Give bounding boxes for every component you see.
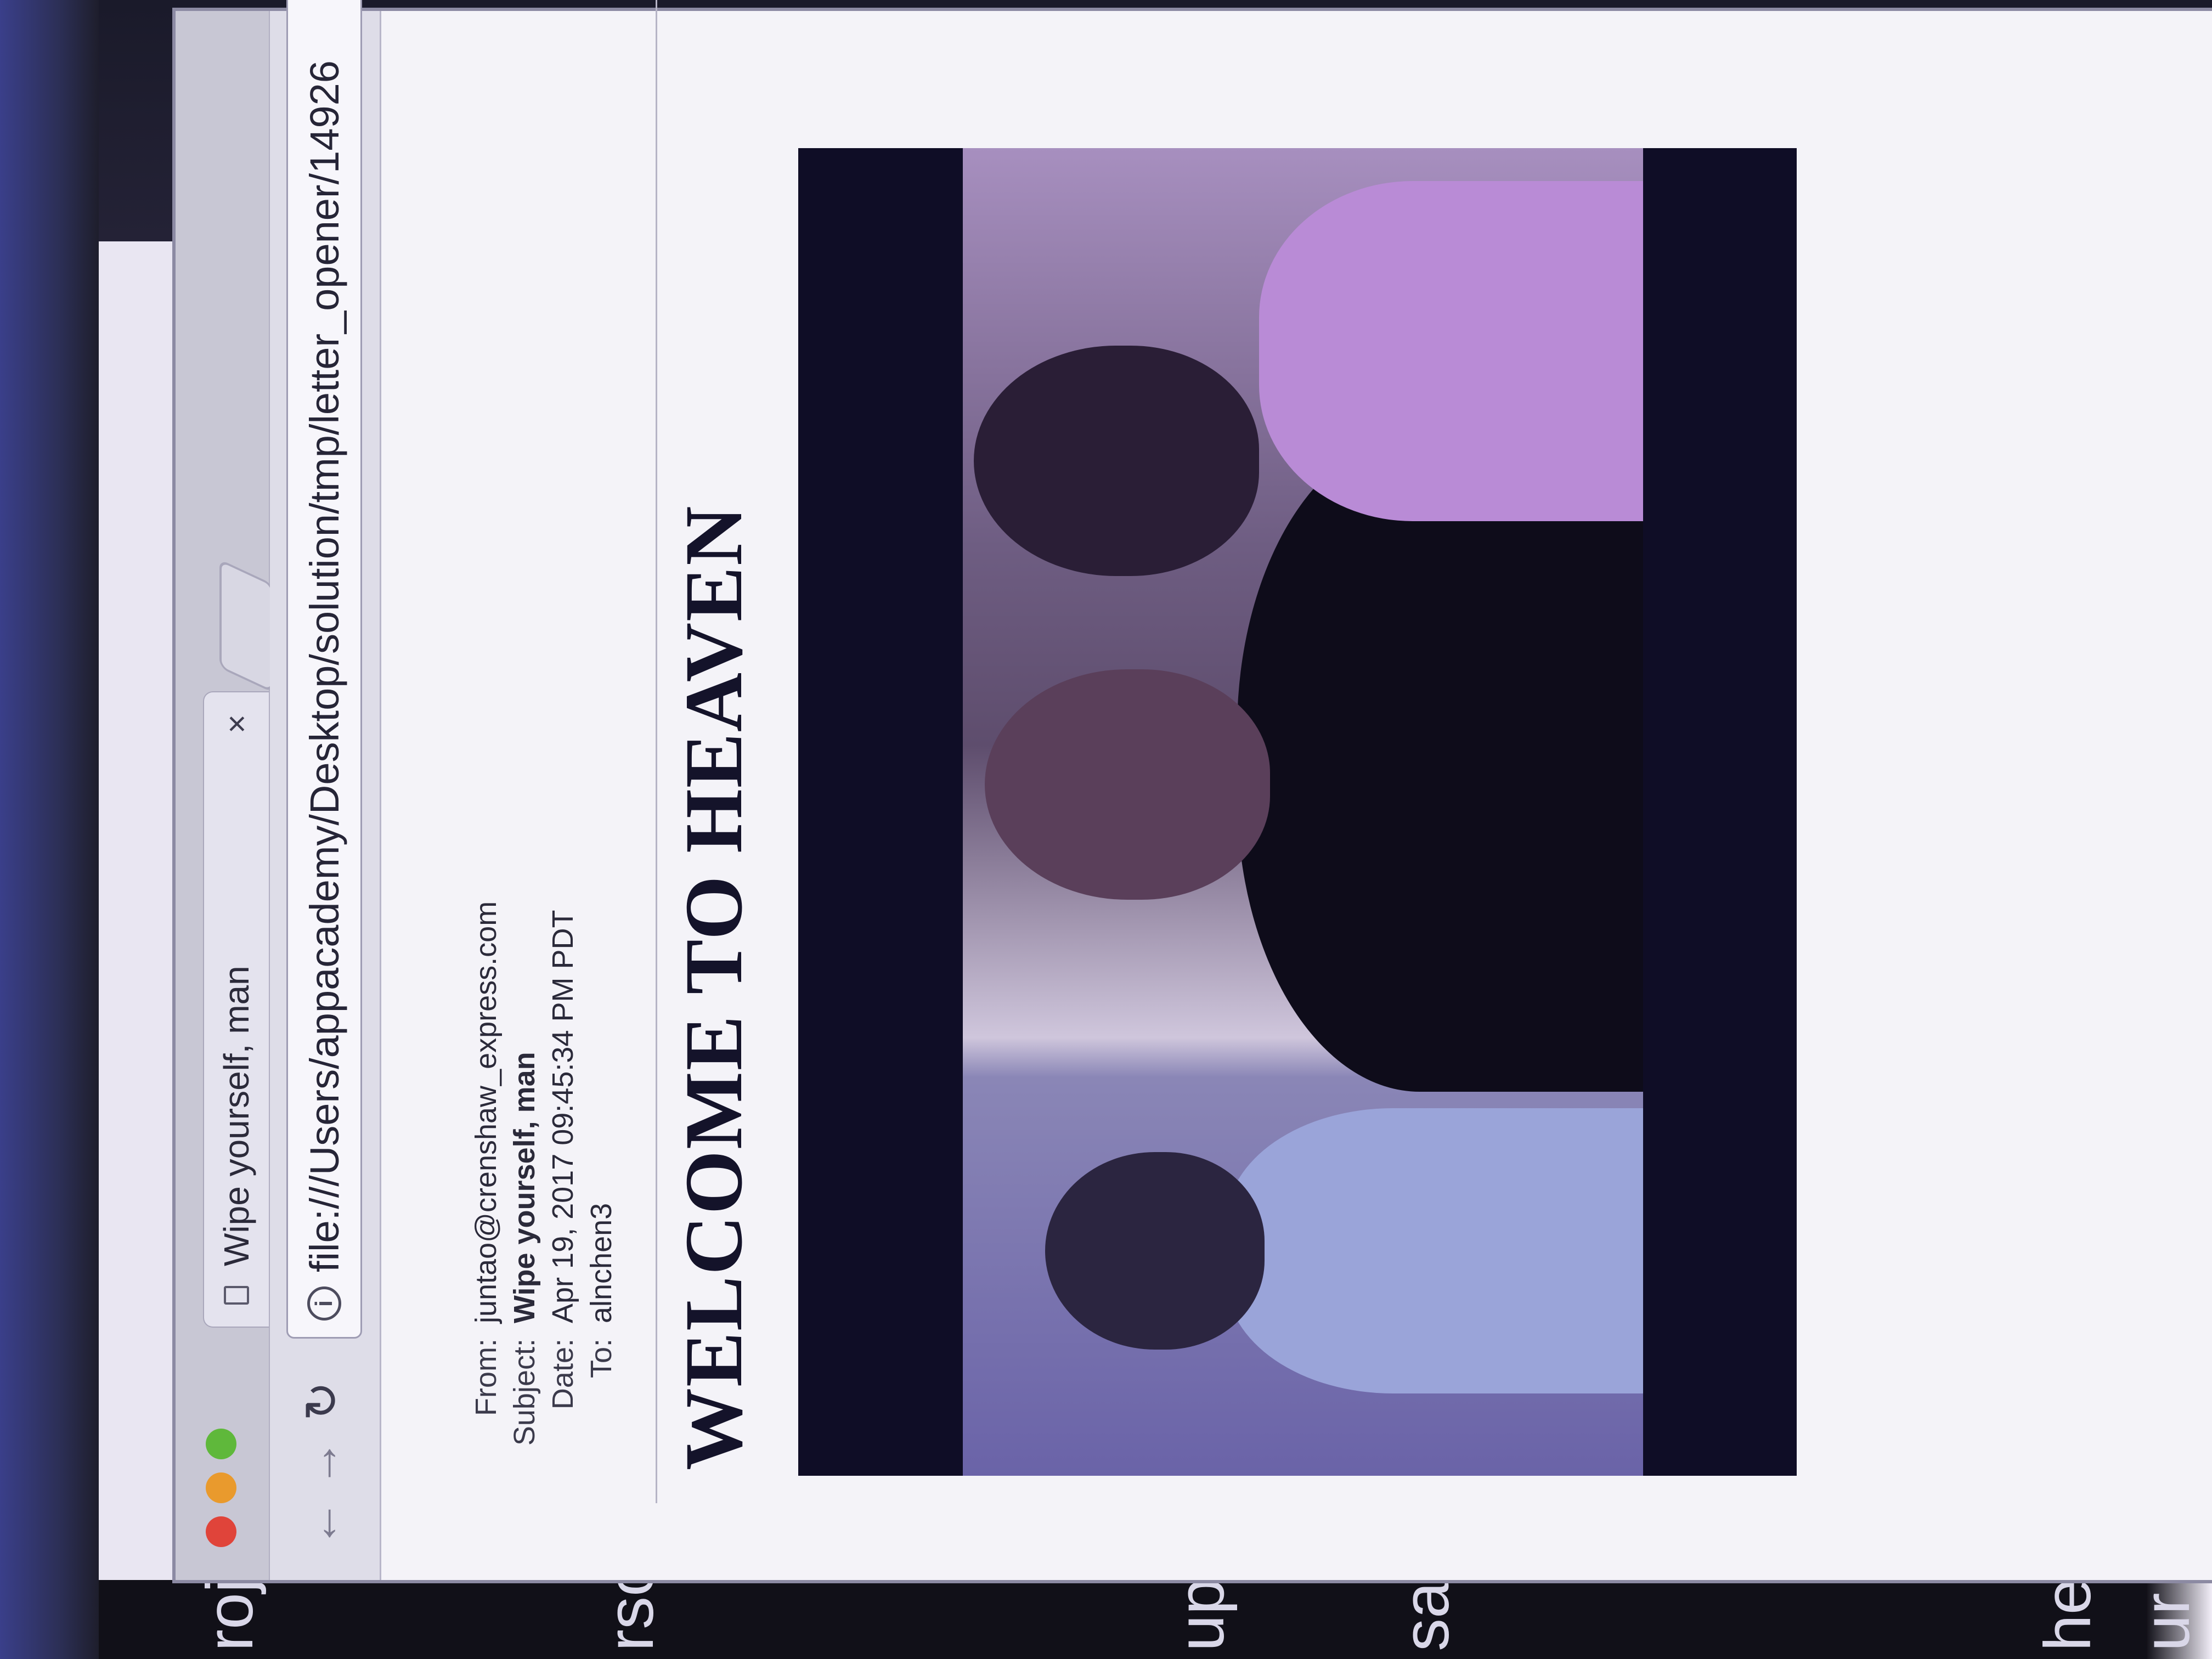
document-icon — [224, 1286, 249, 1305]
browser-window: Wipe yourself, man × ← → ↻ i file:///Use… — [176, 0, 2212, 1580]
background-text-fragment: sa — [1389, 1582, 1463, 1651]
back-arrow-icon[interactable]: ← — [295, 1500, 349, 1547]
address-bar[interactable]: i file:///Users/appacademy/Desktop/solut… — [286, 0, 362, 1339]
window-minimize-button[interactable] — [206, 1472, 236, 1503]
image-figure-right — [1259, 181, 1643, 521]
email-heading: WELCOME TO HEAVEN — [668, 505, 759, 1470]
monitor-bezel-left — [0, 0, 99, 1659]
background-text-fragment: ur — [2130, 1593, 2203, 1651]
to-label: To: — [585, 1339, 618, 1379]
background-window-edge — [99, 1580, 2212, 1659]
image-figure-left — [1226, 1108, 1643, 1393]
to-value: alnchen3 — [585, 1203, 618, 1323]
new-tab-button[interactable] — [219, 559, 273, 693]
image-figure-right-head — [974, 346, 1259, 576]
reload-icon[interactable]: ↻ — [295, 1381, 349, 1421]
browser-tab[interactable]: Wipe yourself, man × — [203, 691, 269, 1328]
background-text-fragment: he — [2031, 1578, 2104, 1651]
image-figure-center — [1237, 433, 1643, 1092]
tab-title: Wipe yourself, man — [217, 966, 256, 1266]
window-maximize-button[interactable] — [206, 1429, 236, 1459]
subject-label: Subject: — [508, 1339, 541, 1446]
info-icon[interactable]: i — [307, 1286, 341, 1321]
email-headers: From: juntao@crenshaw_express.com Subjec… — [469, 11, 618, 1448]
from-label: From: — [470, 1339, 503, 1416]
date-value: Apr 19, 2017 09:45:34 PM PDT — [546, 910, 579, 1323]
browser-toolbar: ← → ↻ i file:///Users/appacademy/Desktop… — [270, 0, 381, 1580]
tab-close-icon[interactable]: × — [218, 714, 256, 733]
background-text-fragment: up — [1164, 1578, 1238, 1651]
forward-arrow-icon[interactable]: → — [295, 1440, 349, 1487]
from-value: juntao@crenshaw_express.com — [470, 901, 503, 1323]
email-image — [798, 148, 1797, 1476]
header-divider — [656, 0, 657, 1503]
email-preview: From: juntao@crenshaw_express.com Subjec… — [381, 0, 1797, 1580]
browser-titlebar: Wipe yourself, man × — [176, 11, 273, 1580]
subject-value: Wipe yourself, man — [508, 1052, 541, 1323]
image-figure-center-head — [985, 669, 1270, 900]
image-scene — [963, 148, 1643, 1476]
image-figure-left-head — [1045, 1152, 1265, 1350]
date-label: Date: — [546, 1339, 579, 1410]
window-close-button[interactable] — [206, 1516, 236, 1547]
address-url[interactable]: file:///Users/appacademy/Desktop/solutio… — [301, 60, 348, 1272]
